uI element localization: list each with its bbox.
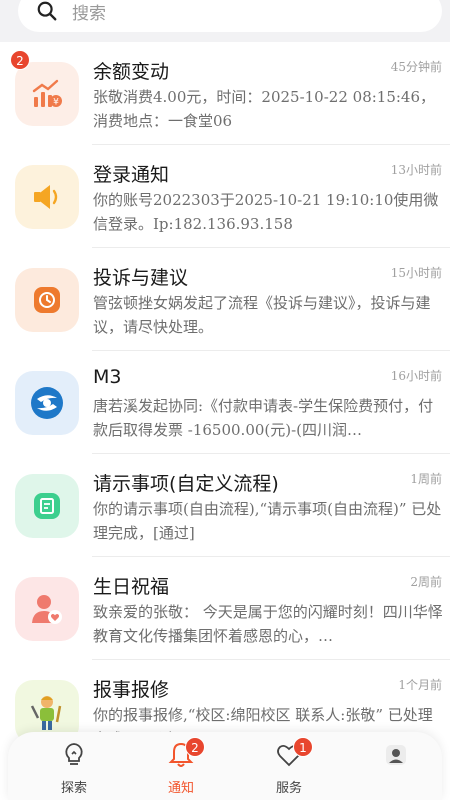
balance-chart-icon: ¥	[32, 79, 62, 108]
m3-logo-icon	[31, 387, 63, 419]
tab-notifications[interactable]: 2 通知	[141, 732, 221, 800]
message-preview: 你的账号2022303于2025-10-21 19:10:10使用微信登录。Ip…	[93, 191, 439, 233]
top-bar: 搜索	[0, 0, 450, 42]
message-preview: 张敬消费4.00元，时间：2025-10-22 08:15:46，消费地点：一食…	[93, 88, 436, 130]
message-item-balance[interactable]: ¥ 2 余额变动 45分钟前 张敬消费4.00元，时间：2025-10-22 0…	[0, 42, 450, 145]
message-icon-tile	[15, 165, 79, 229]
message-icon-tile	[15, 268, 79, 332]
tab-explore[interactable]: 探索	[34, 732, 114, 800]
message-time: 1个月前	[398, 678, 442, 692]
user-heart-icon	[32, 595, 62, 624]
message-icon-tile	[15, 577, 79, 641]
message-item-m3[interactable]: M3 16小时前 唐若溪发起协同:《付款申请表-学生保险费预付，付款后取得发票 …	[0, 351, 450, 454]
message-preview: 你的请示事项(自由流程),“请示事项(自由流程)” 已处理完成，[通过]	[93, 500, 442, 542]
message-title: 余额变动	[93, 61, 170, 83]
tab-services[interactable]: 1 服务	[249, 732, 329, 800]
message-time: 16小时前	[390, 369, 442, 383]
document-edit-icon	[34, 493, 60, 519]
search-icon	[37, 1, 57, 21]
tab-label: 探索	[60, 781, 87, 796]
unread-badge: 2	[10, 50, 30, 70]
message-time: 13小时前	[390, 163, 442, 177]
message-title: 生日祝福	[93, 576, 170, 598]
message-time: 1周前	[410, 472, 442, 486]
message-preview: 管弦顿挫女娲发起了流程《投诉与建议》，投诉与建议，请尽快处理。	[93, 294, 431, 336]
message-item-login[interactable]: 登录通知 13小时前 你的账号2022303于2025-10-21 19:10:…	[0, 145, 450, 248]
message-title: M3	[93, 366, 122, 388]
tab-badge: 2	[185, 737, 205, 757]
message-time: 15小时前	[390, 266, 442, 280]
search-input[interactable]: 搜索	[72, 0, 106, 24]
message-icon-tile	[15, 474, 79, 538]
message-preview: 唐若溪发起协同:《付款申请表-学生保险费预付，付款后取得发票 -16500.00…	[93, 397, 434, 439]
message-item-request[interactable]: 请示事项(自定义流程) 1周前 你的请示事项(自由流程),“请示事项(自由流程)…	[0, 454, 450, 557]
message-title: 请示事项(自定义流程)	[93, 473, 279, 495]
message-icon-tile	[15, 371, 79, 435]
tab-label: 服务	[275, 781, 302, 796]
tab-label: 通知	[167, 781, 194, 796]
message-icon-tile: ¥	[15, 62, 79, 126]
speaker-icon	[34, 185, 58, 209]
message-title: 报事报修	[93, 679, 170, 701]
tab-profile[interactable]	[356, 732, 436, 800]
tab-badge: 1	[293, 737, 313, 757]
message-title: 投诉与建议	[93, 267, 189, 289]
clock-icon	[34, 287, 60, 313]
repair-worker-icon	[30, 696, 62, 730]
message-item-complaint[interactable]: 投诉与建议 15小时前 管弦顿挫女娲发起了流程《投诉与建议》，投诉与建议，请尽快…	[0, 248, 450, 351]
message-item-birthday[interactable]: 生日祝福 2周前 致亲爱的张敬： 今天是属于您的闪耀时刻！四川华怿教育文化传播集…	[0, 557, 450, 660]
bottom-tab-bar: 探索 2 通知 1 服务	[8, 732, 442, 800]
message-list: ¥ 2 余额变动 45分钟前 张敬消费4.00元，时间：2025-10-22 0…	[0, 42, 450, 763]
message-title: 登录通知	[93, 164, 170, 186]
svg-text:¥: ¥	[53, 98, 59, 108]
message-time: 2周前	[410, 575, 442, 589]
message-preview: 致亲爱的张敬： 今天是属于您的闪耀时刻！四川华怿教育文化传播集团怀着感恩的心，…	[93, 603, 443, 645]
lightbulb-icon	[65, 743, 83, 765]
search-box[interactable]: 搜索	[18, 0, 442, 32]
avatar-icon	[386, 745, 406, 765]
message-time: 45分钟前	[390, 60, 442, 74]
